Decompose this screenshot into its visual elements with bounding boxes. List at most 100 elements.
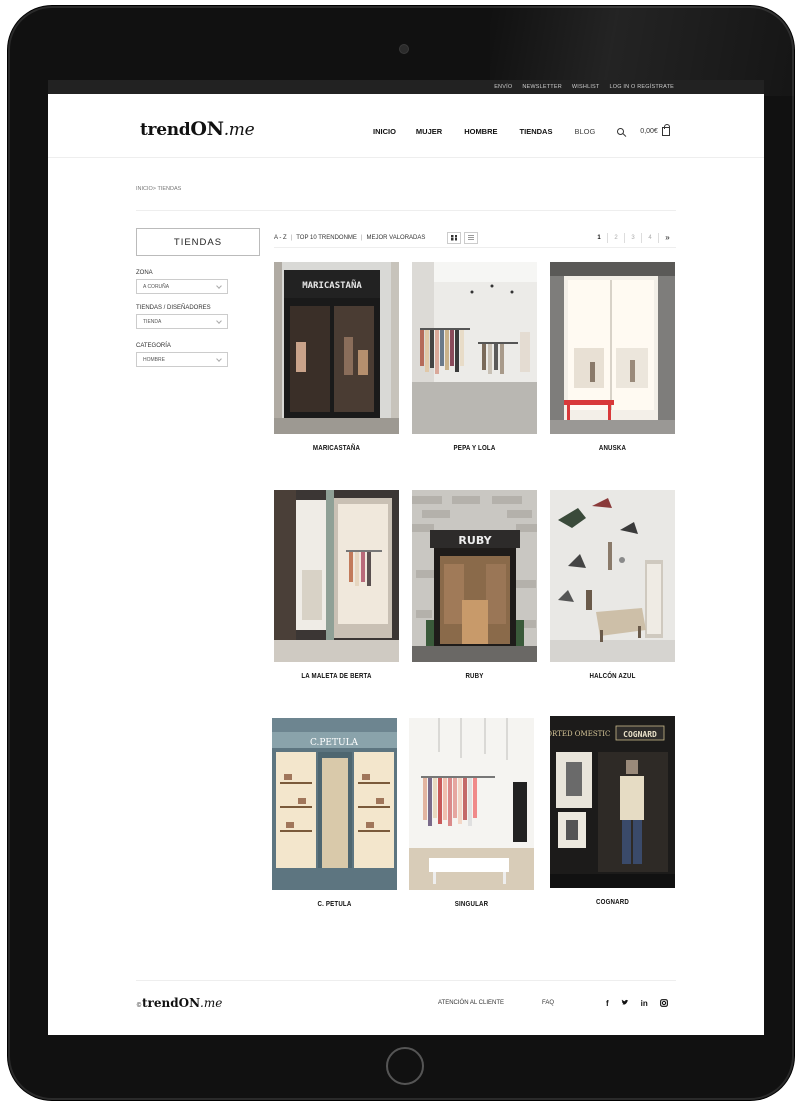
logo-text-trend: trend — [140, 120, 191, 140]
page-4[interactable]: 4 — [642, 232, 659, 243]
store-name[interactable]: PEPA Y LOLA — [423, 443, 526, 452]
divider — [136, 210, 676, 211]
store-card[interactable]: C.PETULA C. PETULA — [272, 718, 397, 908]
listing-toolbar: A - Z | TOP 10 TRENDONME | MEJOR VALORAD… — [274, 228, 676, 248]
search-icon[interactable] — [617, 128, 625, 135]
nav-tiendas[interactable]: TIENDAS — [520, 127, 553, 136]
filter-label-categoria: CATEGORÍA — [136, 343, 171, 349]
footer-logo[interactable]: ©trendON.me — [136, 996, 222, 1010]
separator: | — [290, 234, 293, 241]
store-card[interactable]: MARICASTAÑA MARICASTAÑA — [274, 262, 399, 452]
list-view-button[interactable] — [464, 231, 479, 244]
store-name[interactable]: HALCÓN AZUL — [561, 671, 664, 680]
store-sign: MARICASTAÑA — [302, 280, 362, 291]
store-name[interactable]: C. PETULA — [283, 899, 386, 908]
view-toggle — [447, 231, 479, 244]
store-card[interactable]: PORTED OMESTIC COGNARD COGNARD — [550, 716, 675, 906]
store-card[interactable]: ANUSKA — [550, 262, 675, 452]
nav-blog[interactable]: BLOG — [574, 127, 595, 136]
logo-text-on: ON — [178, 996, 201, 1010]
nav-mujer[interactable]: MUJER — [416, 127, 442, 136]
linkedin-icon[interactable]: in — [641, 999, 648, 1009]
store-card[interactable]: SINGULAR — [409, 718, 534, 908]
filter-label-zona: ZONA — [136, 270, 153, 276]
shipping-link[interactable]: ENVÍO — [494, 84, 512, 90]
breadcrumb[interactable]: INICIO> TIENDAS — [136, 186, 181, 192]
store-name[interactable]: COGNARD — [561, 897, 664, 906]
cart-total[interactable]: 0,00€ — [640, 128, 658, 135]
footer-divider — [136, 980, 676, 981]
store-card[interactable]: HALCÓN AZUL — [550, 490, 675, 680]
store-sign: RUBY — [458, 534, 492, 547]
categoria-value: HOMBRE — [143, 356, 165, 363]
store-photo[interactable]: RUBY — [412, 490, 537, 662]
faq-link[interactable]: FAQ — [542, 1000, 554, 1006]
camera-icon — [400, 45, 408, 53]
social-links: f in — [606, 999, 668, 1009]
customer-service-link[interactable]: ATENCIÓN AL CLIENTE — [438, 1000, 504, 1006]
instagram-icon[interactable] — [659, 999, 668, 1009]
footer-links: ATENCIÓN AL CLIENTE FAQ — [438, 1000, 554, 1006]
store-sign: COGNARD — [623, 730, 657, 739]
chevron-down-icon — [216, 282, 222, 289]
home-button[interactable] — [386, 1047, 424, 1085]
sort-best-rated[interactable]: MEJOR VALORADAS — [366, 235, 425, 241]
sort-options: A - Z | TOP 10 TRENDONME | MEJOR VALORAD… — [274, 235, 425, 241]
twitter-icon[interactable] — [621, 999, 629, 1009]
store-sign-2: PORTED OMESTIC — [550, 730, 610, 738]
page-3[interactable]: 3 — [625, 232, 642, 243]
list-icon — [468, 235, 475, 240]
categoria-select[interactable]: HOMBRE — [136, 352, 228, 367]
store-photo[interactable] — [409, 718, 534, 890]
newsletter-link[interactable]: NEWSLETTER — [522, 84, 562, 90]
filter-sidebar: TIENDAS ZONA A CORUÑA TIENDAS / DISEÑADO… — [136, 228, 260, 367]
page-2[interactable]: 2 — [608, 232, 625, 243]
zona-value: A CORUÑA — [143, 283, 170, 290]
logo-text-on: ON — [190, 118, 224, 140]
top-utility-bar: ENVÍO NEWSLETTER WISHLIST LOG IN O REGÍS… — [48, 80, 764, 94]
sidebar-title: TIENDAS — [136, 228, 260, 256]
zona-select[interactable]: A CORUÑA — [136, 279, 228, 294]
logo-text-trend: trend — [142, 996, 179, 1010]
store-name[interactable]: MARICASTAÑA — [285, 443, 388, 452]
store-photo[interactable]: PORTED OMESTIC COGNARD — [550, 716, 675, 888]
store-card[interactable]: RUBY RUBY — [412, 490, 537, 680]
login-link[interactable]: LOG IN O REGÍSTRATE — [609, 84, 674, 90]
store-name[interactable]: RUBY — [423, 671, 526, 680]
nav-hombre[interactable]: HOMBRE — [464, 127, 497, 136]
shopping-bag-icon[interactable] — [661, 124, 670, 136]
grid-icon — [451, 234, 458, 241]
page-1[interactable]: 1 — [591, 232, 608, 243]
store-photo[interactable] — [274, 490, 399, 662]
wishlist-link[interactable]: WISHLIST — [572, 84, 600, 90]
site-header: trendON.me INICIO MUJER HOMBRE TIENDAS B… — [48, 94, 764, 158]
sort-a-z[interactable]: A - Z — [274, 235, 287, 241]
store-name[interactable]: SINGULAR — [420, 899, 523, 908]
facebook-icon[interactable]: f — [606, 999, 609, 1009]
browser-screen: ENVÍO NEWSLETTER WISHLIST LOG IN O REGÍS… — [48, 80, 764, 1035]
logo-text-me: .me — [223, 120, 255, 140]
site-logo[interactable]: trendON.me — [140, 118, 255, 140]
pagination: 1 2 3 4 » — [591, 232, 676, 243]
next-page-button[interactable]: » — [659, 233, 676, 243]
store-name[interactable]: ANUSKA — [561, 443, 664, 452]
store-sign: C.PETULA — [310, 738, 359, 748]
separator: | — [360, 234, 363, 241]
store-card[interactable]: PEPA Y LOLA — [412, 262, 537, 452]
nav-inicio[interactable]: INICIO — [373, 127, 396, 136]
store-photo[interactable] — [550, 490, 675, 662]
store-photo[interactable] — [550, 262, 675, 434]
chevron-down-icon — [216, 317, 222, 324]
store-name[interactable]: LA MALETA DE BERTA — [285, 671, 388, 680]
store-card[interactable]: LA MALETA DE BERTA — [274, 490, 399, 680]
sort-top10[interactable]: TOP 10 TRENDONME — [296, 235, 357, 241]
store-photo[interactable] — [412, 262, 537, 434]
grid-view-button[interactable] — [447, 231, 462, 244]
tiendas-value: TIENDA — [143, 318, 162, 325]
logo-text-me: .me — [200, 996, 223, 1010]
chevron-down-icon — [216, 355, 222, 362]
tiendas-select[interactable]: TIENDA — [136, 314, 228, 329]
store-photo[interactable]: C.PETULA — [272, 718, 397, 890]
store-photo[interactable]: MARICASTAÑA — [274, 262, 399, 434]
filter-label-tiendas: TIENDAS / DISEÑADORES — [136, 305, 211, 311]
